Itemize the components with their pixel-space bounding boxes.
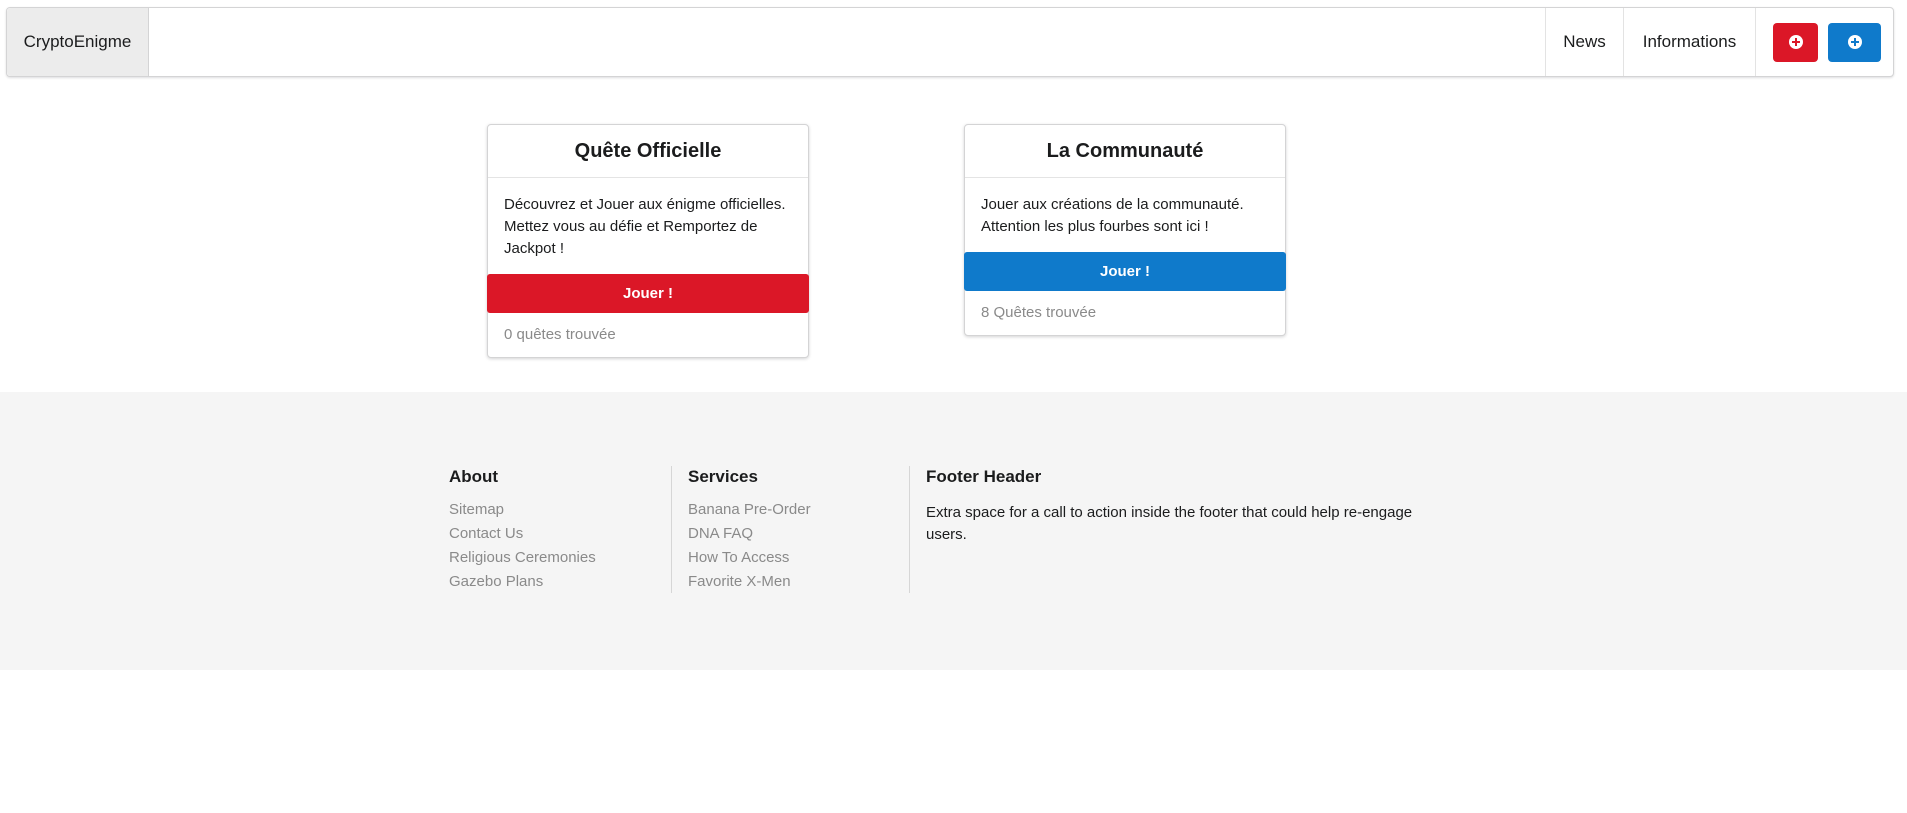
footer-about-header: About xyxy=(449,467,499,486)
nav-actions xyxy=(1755,8,1893,76)
footer-cta-text: Extra space for a call to action inside … xyxy=(926,504,1413,543)
official-quest-card: Quête Officielle Découvrez et Jouer aux … xyxy=(487,124,809,358)
community-quest-card: La Communauté Jouer aux créations de la … xyxy=(964,124,1286,336)
card-title: La Communauté xyxy=(965,125,1285,178)
footer-services-column: Services Banana Pre-Order DNA FAQ How To… xyxy=(671,466,928,593)
footer-about-column: About Sitemap Contact Us Religious Cerem… xyxy=(449,466,669,594)
footer-link-favorite-x-men[interactable]: Favorite X-Men xyxy=(688,570,928,594)
plus-circle-icon xyxy=(1847,35,1862,49)
footer-link-religious-ceremonies[interactable]: Religious Ceremonies xyxy=(449,546,669,570)
footer-link-sitemap[interactable]: Sitemap xyxy=(449,498,669,522)
footer-link-gazebo-plans[interactable]: Gazebo Plans xyxy=(449,570,669,594)
play-official-button[interactable]: Jouer ! xyxy=(487,274,809,313)
footer-cta-header: Footer Header xyxy=(926,467,1042,486)
quest-count: 8 Quêtes trouvée xyxy=(981,304,1097,321)
add-community-quest-button[interactable] xyxy=(1828,22,1881,62)
quest-count: 0 quêtes trouvée xyxy=(504,326,616,343)
footer-services-header: Services xyxy=(688,467,758,486)
brand-logo-link[interactable]: CryptoEnigme xyxy=(7,8,149,76)
top-menu: CryptoEnigme News Informations xyxy=(6,7,1894,77)
footer-link-how-to-access[interactable]: How To Access xyxy=(688,546,928,570)
nav-item-news[interactable]: News xyxy=(1545,8,1623,76)
footer: About Sitemap Contact Us Religious Cerem… xyxy=(0,392,1907,670)
footer-link-banana-pre-order[interactable]: Banana Pre-Order xyxy=(688,498,928,522)
nav-item-informations[interactable]: Informations xyxy=(1623,8,1755,76)
card-description: Jouer aux créations de la communauté. At… xyxy=(981,196,1244,235)
card-description: Découvrez et Jouer aux énigme officielle… xyxy=(504,196,786,257)
footer-cta-column: Footer Header Extra space for a call to … xyxy=(909,466,1446,593)
footer-link-contact-us[interactable]: Contact Us xyxy=(449,522,669,546)
add-official-quest-button[interactable] xyxy=(1773,22,1818,62)
play-community-button[interactable]: Jouer ! xyxy=(964,252,1286,291)
footer-link-dna-faq[interactable]: DNA FAQ xyxy=(688,522,928,546)
card-title: Quête Officielle xyxy=(488,125,808,178)
plus-circle-icon xyxy=(1788,35,1803,49)
menu-spacer xyxy=(149,8,1545,76)
